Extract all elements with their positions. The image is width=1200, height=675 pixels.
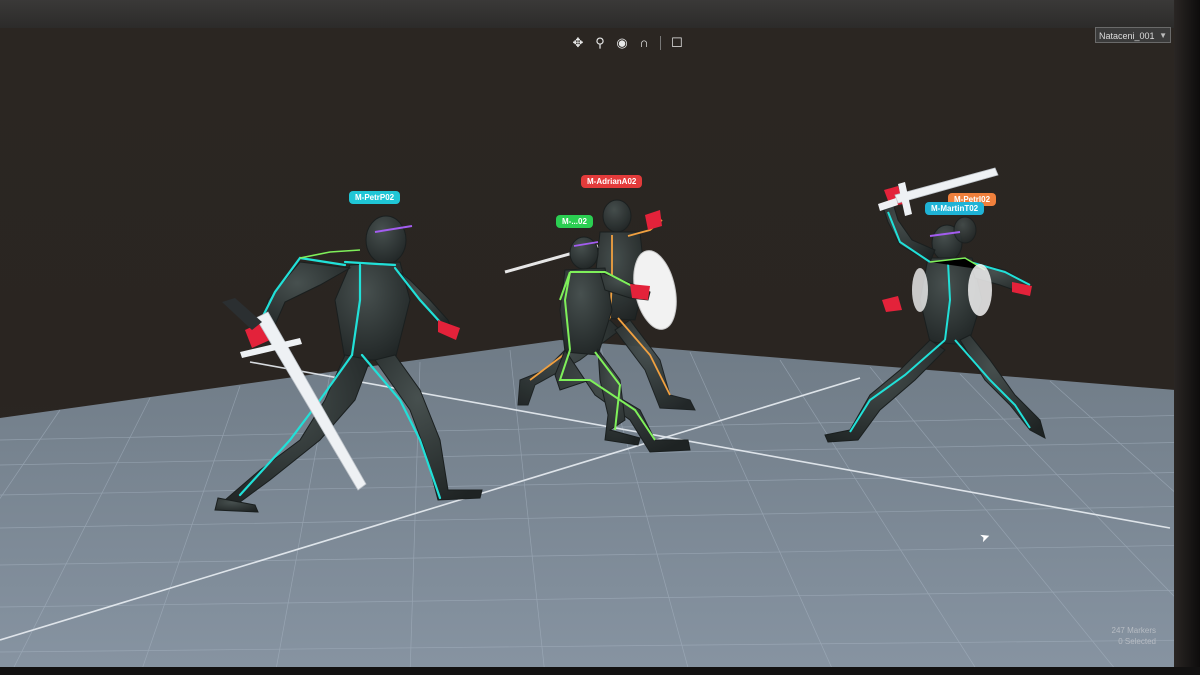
select-box-icon[interactable]: ☐ — [669, 35, 685, 51]
take-selector-value: Nataceni_001 — [1099, 31, 1155, 41]
actor-label-petr[interactable]: M-PetrP02 — [349, 191, 401, 204]
scene-svg — [0, 167, 1200, 675]
take-selector[interactable]: Nataceni_001 ▼ — [1095, 27, 1171, 43]
viewport-toolbar: ✥ ⚲ ◉ ∩ ☐ — [570, 34, 685, 52]
headphones-icon[interactable]: ∩ — [636, 35, 652, 51]
eye-icon[interactable]: ◉ — [614, 35, 630, 51]
actor-label-martin[interactable]: M-MartinT02 — [925, 202, 985, 215]
selected-count: 0 Selected — [1118, 637, 1156, 646]
actor-label-green[interactable]: M-...02 — [556, 215, 593, 228]
mocap-window: ✥ ⚲ ◉ ∩ ☐ Nataceni_001 ▼ ⎘ ▣ M-PetrP02 M… — [0, 0, 1200, 675]
marker-status: 247 Markers 0 Selected — [1112, 625, 1156, 647]
shield-martin — [968, 264, 992, 316]
actor-label-adrian[interactable]: M-AdrianA02 — [581, 175, 643, 188]
toolbar-divider — [660, 36, 661, 50]
marker-count: 247 Markers — [1111, 626, 1156, 635]
monitor-bezel — [1174, 0, 1200, 675]
zoom-icon[interactable]: ⚲ — [592, 35, 608, 51]
move-icon[interactable]: ✥ — [570, 35, 586, 51]
monitor-bezel-bottom — [0, 667, 1200, 675]
chevron-down-icon: ▼ — [1159, 31, 1167, 40]
